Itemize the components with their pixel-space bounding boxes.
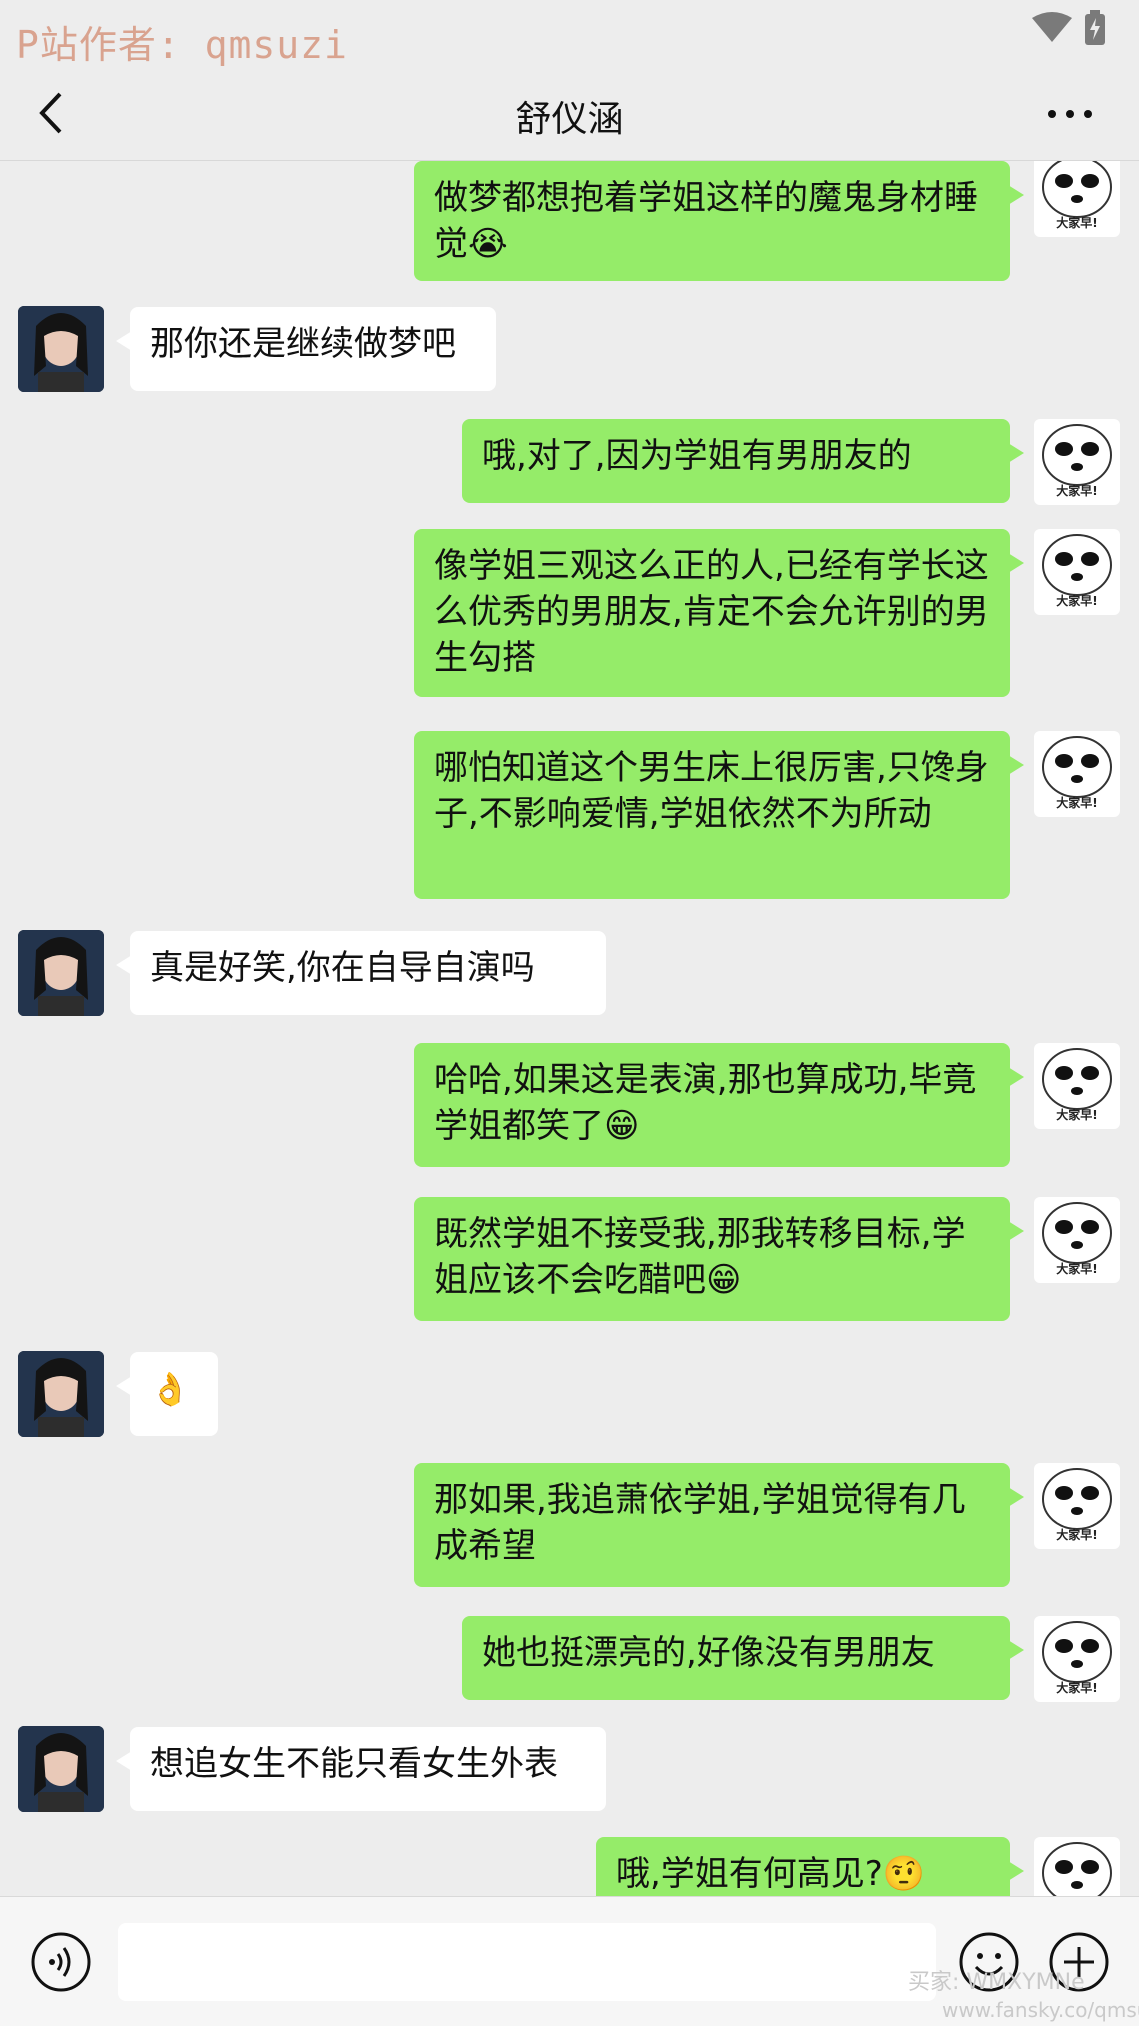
chat-header: 舒仪涵 [0, 72, 1139, 161]
watermark-url: www.fansky.co/qmsuzi [942, 1998, 1139, 2022]
avatar-caption: 大家早! [1056, 1681, 1098, 1695]
avatar-self[interactable]: 大家早! [1034, 161, 1120, 237]
message-bubble-out[interactable]: 哈哈,如果这是表演,那也算成功,毕竟学姐都笑了😁 [414, 1043, 1024, 1167]
message-bubble-in[interactable]: 想追女生不能只看女生外表 [116, 1727, 606, 1811]
message-text: 既然学姐不接受我,那我转移目标,学姐应该不会吃醋吧😁 [434, 1214, 966, 1300]
avatar-self[interactable]: 大家早! [1034, 1616, 1120, 1702]
message-text: 哦,学姐有何高见?🤨 [616, 1854, 926, 1894]
avatar-caption: 大家早! [1056, 1108, 1098, 1122]
message-text: 她也挺漂亮的,好像没有男朋友 [482, 1633, 935, 1673]
message-text: 真是好笑,你在自导自演吗 [150, 948, 535, 988]
message-list[interactable]: 做梦都想抱着学姐这样的魔鬼身材睡觉😭 大家早! 那你还是继续做梦吧 哦,对了,因… [0, 161, 1139, 1896]
message-bubble-out[interactable]: 她也挺漂亮的,好像没有男朋友 [462, 1616, 1024, 1700]
message-input[interactable] [118, 1923, 936, 2001]
avatar-self[interactable]: 大家早! [1034, 731, 1120, 817]
message-bubble-out[interactable]: 哪怕知道这个男生床上很厉害,只馋身子,不影响爱情,学姐依然不为所动 [414, 731, 1024, 899]
avatar-self[interactable]: 大家早! [1034, 1043, 1120, 1129]
status-bar: P站作者: qmsuzi [0, 0, 1139, 72]
avatar-contact[interactable] [18, 306, 104, 392]
message-text: 哈哈,如果这是表演,那也算成功,毕竟学姐都笑了😁 [434, 1060, 977, 1146]
battery-icon [1085, 10, 1105, 45]
message-bubble-out[interactable]: 像学姐三观这么正的人,已经有学长这么优秀的男朋友,肯定不会允许别的男生勾搭 [414, 529, 1024, 697]
message-text: 哪怕知道这个男生床上很厉害,只馋身子,不影响爱情,学姐依然不为所动 [434, 748, 989, 834]
message-bubble-out[interactable]: 哦,学姐有何高见?🤨 [596, 1837, 1024, 1896]
chat-title: 舒仪涵 [515, 99, 624, 140]
ok-hand-emoji: 👌 [150, 1370, 190, 1408]
avatar-caption: 大家早! [1056, 1528, 1098, 1542]
more-icon[interactable] [1046, 108, 1094, 120]
message-text: 哦,对了,因为学姐有男朋友的 [482, 436, 912, 476]
avatar-self[interactable]: 大家早! [1034, 529, 1120, 615]
avatar-caption: 大家早! [1056, 216, 1098, 230]
message-bubble-out[interactable]: 那如果,我追萧依学姐,学姐觉得有几成希望 [414, 1463, 1024, 1587]
voice-icon[interactable] [30, 1931, 92, 1993]
avatar-self[interactable]: 大家早! [1034, 1197, 1120, 1283]
avatar-contact[interactable] [18, 1351, 104, 1437]
message-bubble-out[interactable]: 做梦都想抱着学姐这样的魔鬼身材睡觉😭 [414, 161, 1024, 281]
avatar-self[interactable]: 大家早! [1034, 1463, 1120, 1549]
avatar-caption: 大家早! [1056, 484, 1098, 498]
avatar-caption: 大家早! [1056, 594, 1098, 608]
avatar-caption: 大家早! [1056, 1262, 1098, 1276]
message-bubble-in[interactable]: 👌 [116, 1352, 218, 1436]
wifi-icon [1032, 12, 1072, 42]
watermark-buyer: 买家: WMXYMNe [908, 1970, 1085, 1995]
message-bubble-in[interactable]: 那你还是继续做梦吧 [116, 307, 496, 391]
avatar-caption: 大家早! [1056, 796, 1098, 810]
message-text: 那如果,我追萧依学姐,学姐觉得有几成希望 [434, 1480, 966, 1566]
avatar-contact[interactable] [18, 930, 104, 1016]
message-text: 想追女生不能只看女生外表 [150, 1744, 558, 1784]
message-text: 像学姐三观这么正的人,已经有学长这么优秀的男朋友,肯定不会允许别的男生勾搭 [434, 546, 989, 678]
message-text: 做梦都想抱着学姐这样的魔鬼身材睡觉😭 [434, 178, 978, 264]
message-bubble-in[interactable]: 真是好笑,你在自导自演吗 [116, 931, 606, 1015]
avatar-self[interactable]: 大家早! [1034, 419, 1120, 505]
avatar-self[interactable]: 大家早! [1034, 1837, 1120, 1896]
message-bubble-out[interactable]: 哦,对了,因为学姐有男朋友的 [462, 419, 1024, 503]
message-text: 那你还是继续做梦吧 [150, 324, 456, 364]
avatar-contact[interactable] [18, 1726, 104, 1812]
message-bubble-out[interactable]: 既然学姐不接受我,那我转移目标,学姐应该不会吃醋吧😁 [414, 1197, 1024, 1321]
watermark-text: P站作者: qmsuzi [16, 23, 348, 67]
